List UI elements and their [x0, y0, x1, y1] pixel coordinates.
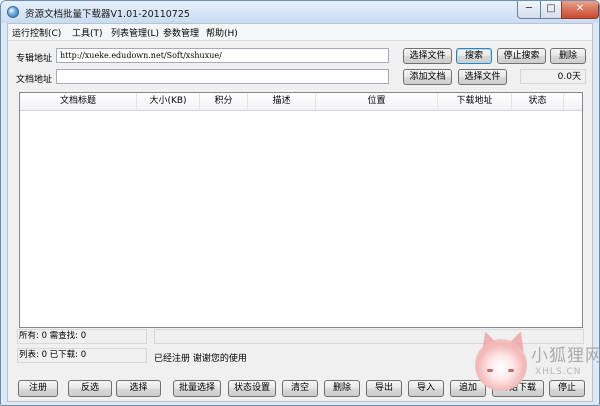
select-button[interactable]: 选择: [116, 380, 161, 397]
col-title[interactable]: 文档标题: [20, 93, 137, 110]
close-button[interactable]: ✕: [561, 1, 599, 19]
col-download-url[interactable]: 下载地址: [438, 93, 512, 110]
menu-run-control[interactable]: 运行控制(C): [12, 26, 61, 39]
client-area: 运行控制(C) 工具(T) 列表管理(L) 参数管理 帮助(H) 专辑地址 ht…: [7, 23, 593, 402]
stop-button[interactable]: 停止: [549, 380, 585, 397]
progress-area: [154, 329, 584, 344]
col-points[interactable]: 积分: [200, 93, 248, 110]
menu-tools[interactable]: 工具(T): [72, 26, 103, 39]
album-url-input[interactable]: http://xueke.edudown.net/Soft/xshuxue/: [56, 48, 389, 63]
append-button[interactable]: 追加: [450, 380, 486, 397]
col-description[interactable]: 描述: [248, 93, 316, 110]
register-button[interactable]: 注册: [18, 380, 58, 397]
delete-url-button[interactable]: 删除: [550, 48, 586, 64]
app-icon: [7, 6, 19, 18]
start-download-button[interactable]: 开始下载: [492, 380, 544, 397]
select-file-button-2[interactable]: 选择文件: [458, 69, 507, 85]
invert-select-button[interactable]: 反选: [68, 380, 112, 397]
clear-button[interactable]: 清空: [282, 380, 318, 397]
menu-help[interactable]: 帮助(H): [206, 26, 238, 39]
add-doc-button[interactable]: 添加文档: [403, 69, 452, 85]
stop-search-button[interactable]: 停止搜索: [497, 48, 546, 64]
minimize-button[interactable]: ─: [517, 1, 541, 19]
app-window: 资源文档批量下载器V1.01-20110725 ─ □ ✕ 运行控制(C) 工具…: [0, 0, 600, 406]
status-settings-button[interactable]: 状态设置: [228, 380, 276, 397]
total-status: 所有: 0 需查找: 0: [17, 329, 147, 344]
window-title: 资源文档批量下载器V1.01-20110725: [25, 9, 190, 20]
document-list[interactable]: 文档标题 大小(KB) 积分 描述 位置 下载地址 状态: [19, 92, 583, 328]
days-display: 0.0天: [520, 69, 586, 84]
col-status[interactable]: 状态: [512, 93, 564, 110]
menu-list-manage[interactable]: 列表管理(L): [111, 26, 159, 39]
import-button[interactable]: 导入: [408, 380, 444, 397]
list-header: 文档标题 大小(KB) 积分 描述 位置 下载地址 状态: [20, 93, 582, 111]
search-button[interactable]: 搜索: [456, 48, 492, 64]
batch-select-button[interactable]: 批量选择: [173, 380, 221, 397]
col-size[interactable]: 大小(KB): [137, 93, 200, 110]
col-location[interactable]: 位置: [316, 93, 438, 110]
delete-button[interactable]: 删除: [324, 380, 360, 397]
doc-url-label: 文档地址: [16, 75, 53, 85]
select-file-button[interactable]: 选择文件: [403, 48, 452, 64]
title-bar: 资源文档批量下载器V1.01-20110725 ─ □ ✕: [1, 1, 599, 23]
menu-params[interactable]: 参数管理: [163, 26, 199, 39]
doc-url-input[interactable]: [56, 69, 389, 84]
menu-bar: 运行控制(C) 工具(T) 列表管理(L) 参数管理 帮助(H): [8, 24, 592, 41]
list-status: 列表: 0 已下载: 0: [17, 348, 147, 363]
album-url-label: 专辑地址: [16, 54, 53, 64]
maximize-button[interactable]: □: [540, 1, 562, 19]
export-button[interactable]: 导出: [366, 380, 402, 397]
register-message: 已经注册 谢谢您的使用: [154, 354, 247, 364]
